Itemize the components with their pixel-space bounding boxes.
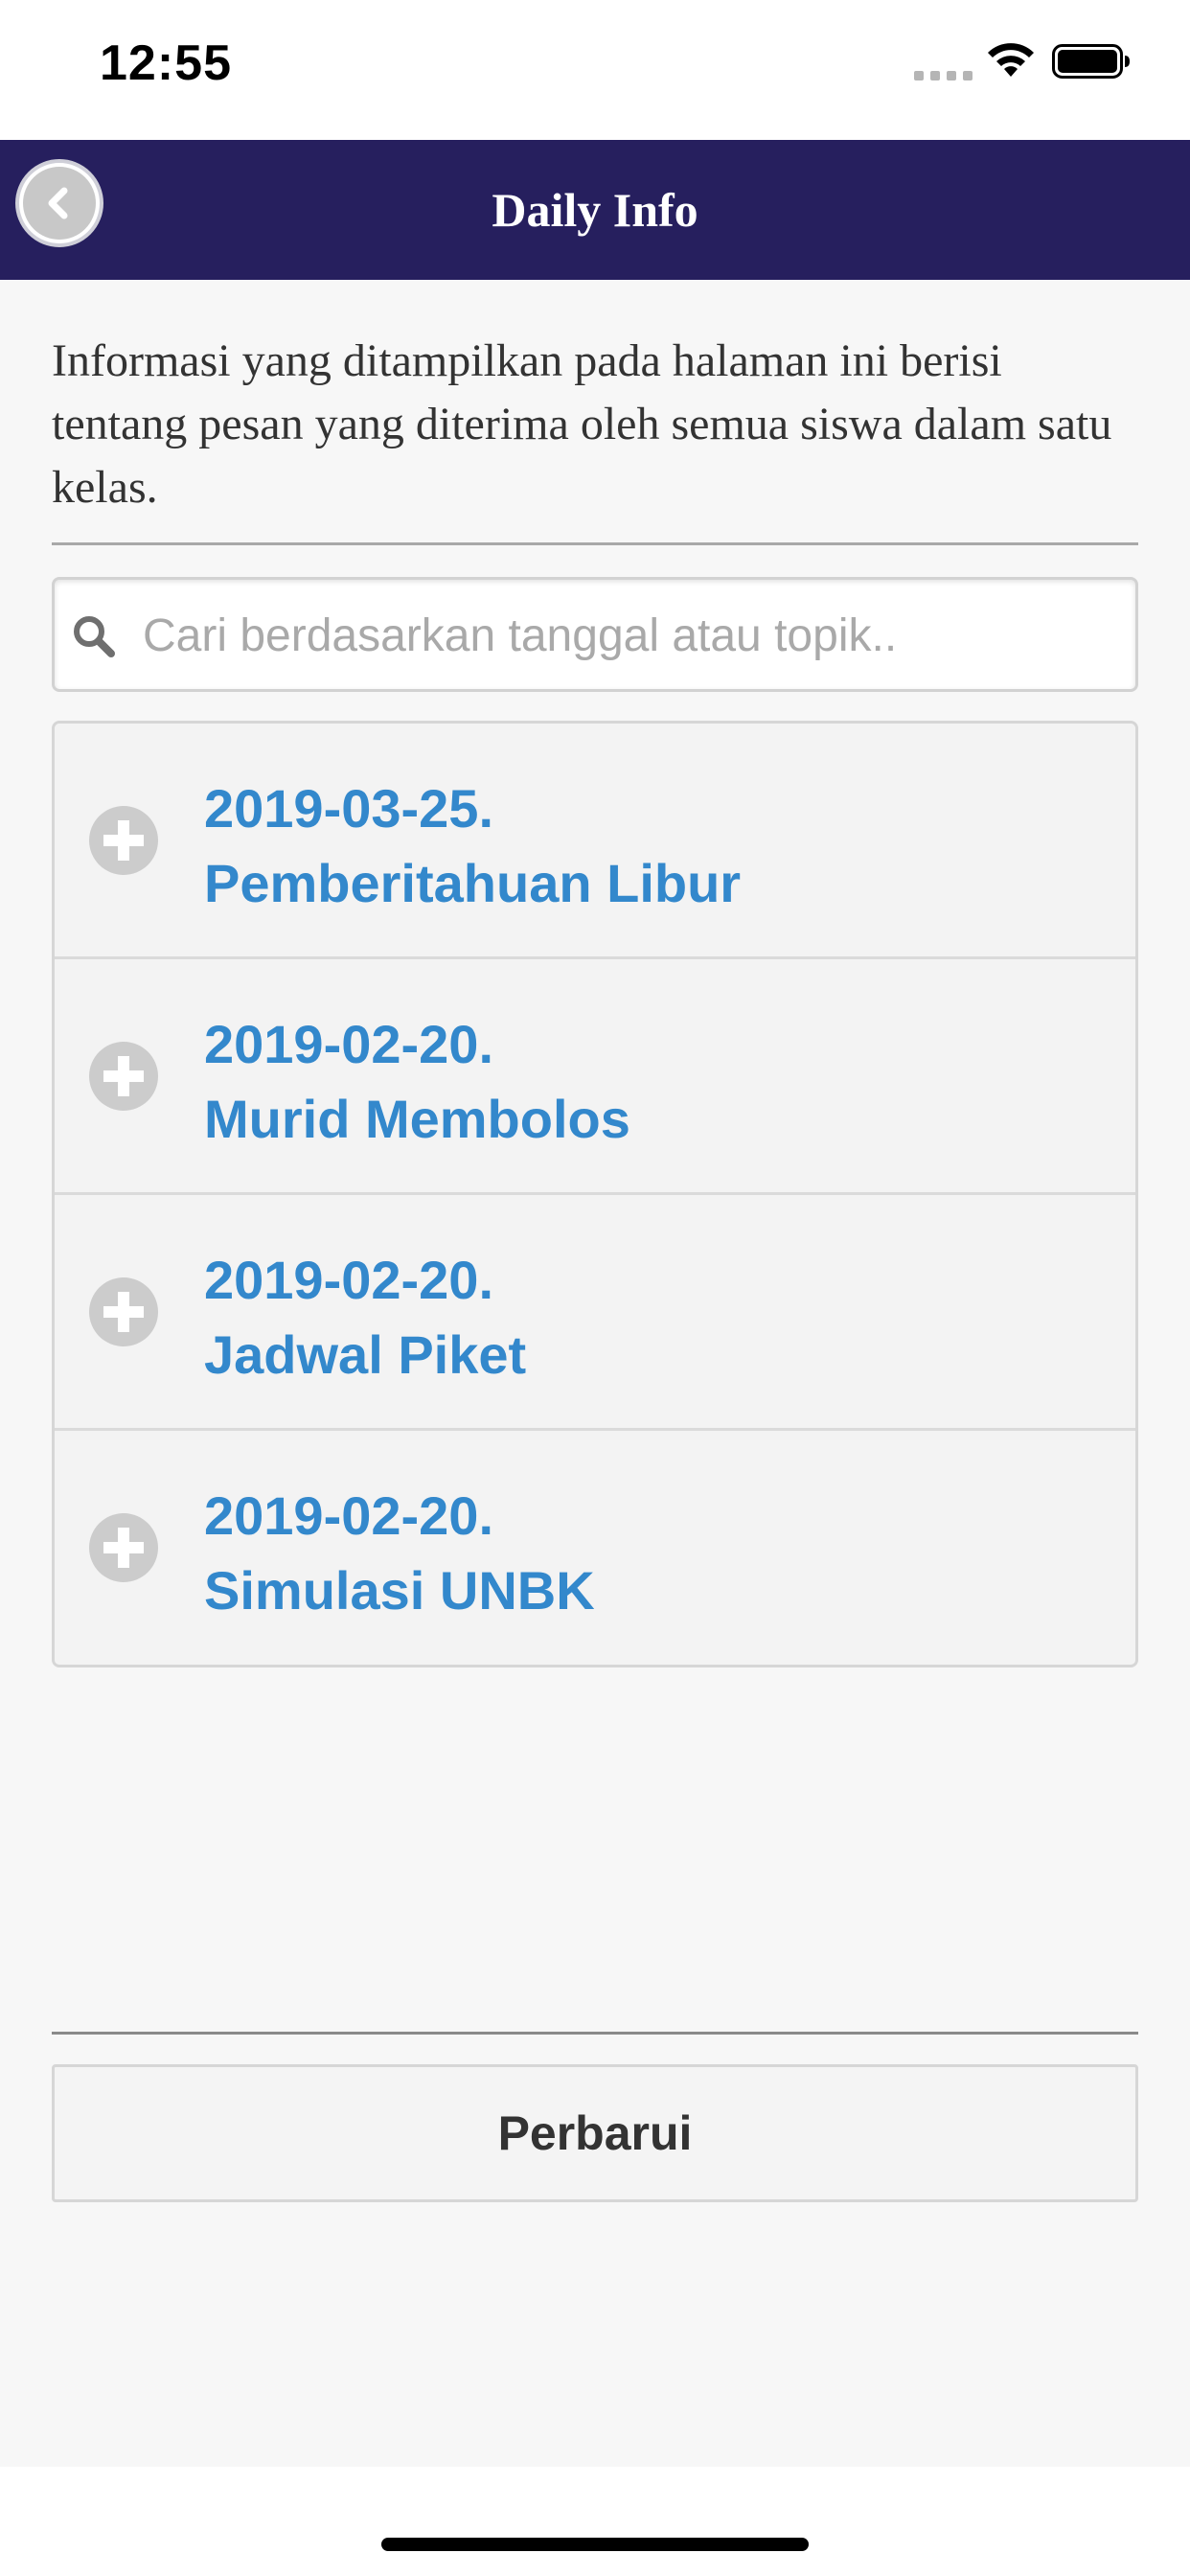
- status-time: 12:55: [100, 35, 232, 91]
- main-content: Informasi yang ditampilkan pada halaman …: [0, 280, 1190, 2467]
- battery-icon: [1052, 44, 1130, 79]
- plus-icon: [89, 1277, 158, 1346]
- list-item-date: 2019-02-20.: [204, 1485, 494, 1546]
- plus-icon: [89, 806, 158, 875]
- list-item-link[interactable]: 2019-02-20. Jadwal Piket: [204, 1243, 1124, 1392]
- list-item-link[interactable]: 2019-02-20. Murid Membolos: [204, 1007, 1124, 1157]
- list-item[interactable]: 2019-02-20. Murid Membolos: [55, 959, 1135, 1195]
- refresh-button[interactable]: Perbarui: [52, 2064, 1138, 2202]
- intro-text: Informasi yang ditampilkan pada halaman …: [52, 335, 1112, 513]
- search-box[interactable]: [52, 577, 1138, 692]
- list-item-topic: Simulasi UNBK: [204, 1560, 595, 1621]
- status-bar: 12:55: [0, 0, 1190, 140]
- plus-icon: [89, 1042, 158, 1111]
- cellular-signal-icon: [914, 71, 973, 80]
- divider: [52, 2032, 1138, 2035]
- list-item-date: 2019-02-20.: [204, 1250, 494, 1310]
- back-button-circle: [23, 167, 96, 240]
- list-item-link[interactable]: 2019-03-25. Pemberitahuan Libur: [204, 771, 1124, 921]
- list-item-date: 2019-03-25.: [204, 778, 494, 839]
- back-button[interactable]: [15, 159, 103, 247]
- search-input[interactable]: [143, 589, 1120, 681]
- chevron-left-icon: [48, 187, 68, 219]
- wifi-icon: [988, 43, 1034, 77]
- divider: [52, 542, 1138, 545]
- plus-icon: [89, 1513, 158, 1582]
- list-item[interactable]: 2019-02-20. Simulasi UNBK: [55, 1431, 1135, 1665]
- app-header: Daily Info: [0, 140, 1190, 280]
- list-item[interactable]: 2019-02-20. Jadwal Piket: [55, 1195, 1135, 1431]
- list-item-topic: Pemberitahuan Libur: [204, 853, 742, 913]
- list-item[interactable]: 2019-03-25. Pemberitahuan Libur: [55, 724, 1135, 959]
- list-item-topic: Murid Membolos: [204, 1089, 630, 1149]
- page-title: Daily Info: [492, 183, 698, 237]
- home-indicator-area: [0, 2467, 1190, 2576]
- list-item-link[interactable]: 2019-02-20. Simulasi UNBK: [204, 1479, 1124, 1628]
- search-icon: [74, 616, 115, 657]
- list-item-topic: Jadwal Piket: [204, 1324, 527, 1385]
- info-list: 2019-03-25. Pemberitahuan Libur 2019-02-…: [52, 721, 1138, 1668]
- list-item-date: 2019-02-20.: [204, 1014, 494, 1074]
- home-indicator[interactable]: [381, 2538, 809, 2551]
